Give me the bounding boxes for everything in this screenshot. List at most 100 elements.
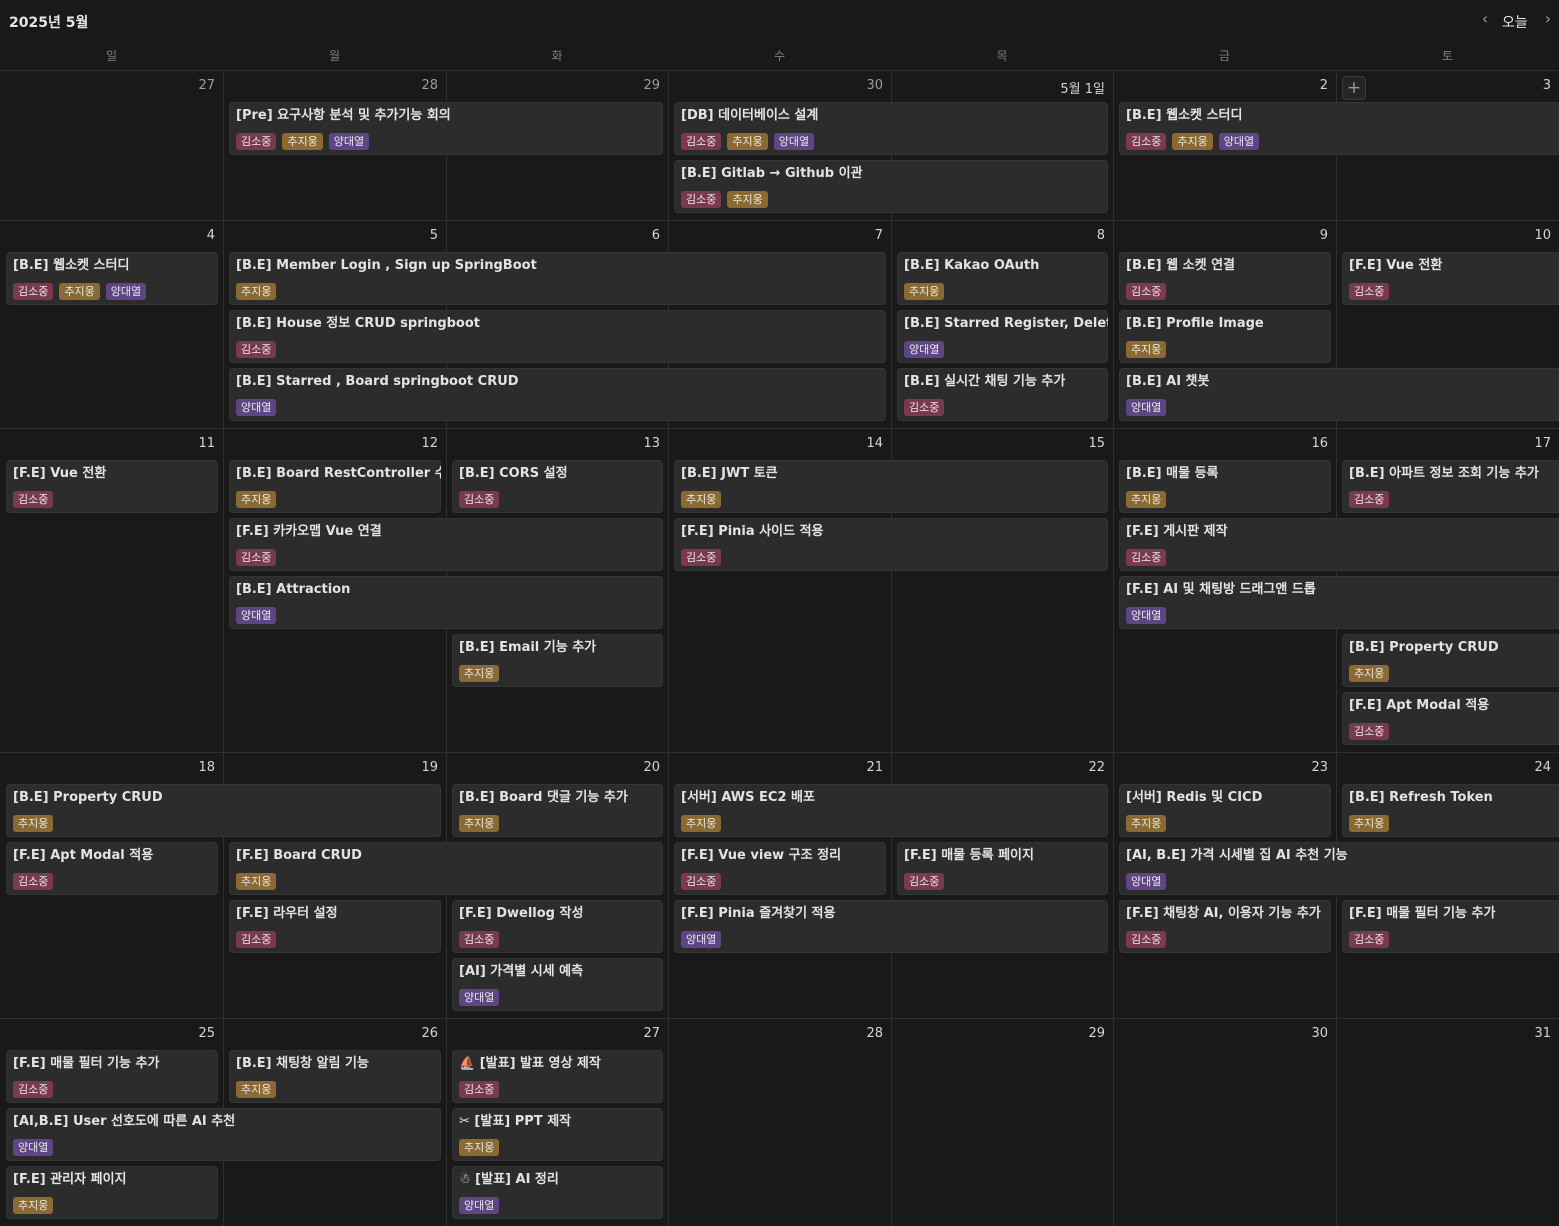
- event-tags: 김소중: [236, 338, 886, 358]
- event-card[interactable]: [서버] AWS EC2 배포 추지웅: [674, 784, 1108, 837]
- event-tags: 추지웅: [681, 812, 1108, 832]
- day-number[interactable]: 7: [823, 228, 883, 243]
- event-card[interactable]: [B.E] Kakao OAuth 추지웅: [897, 252, 1108, 305]
- day-number[interactable]: 5월 1일: [1045, 78, 1105, 97]
- event-card[interactable]: [B.E] Starred Register, Delete 양대열: [897, 310, 1108, 363]
- event-card[interactable]: [B.E] 웹소켓 스터디 김소중 추지웅 양대열: [6, 252, 218, 305]
- day-number[interactable]: 22: [1045, 760, 1105, 775]
- week-divider: [0, 428, 1559, 429]
- day-number[interactable]: 17: [1491, 436, 1551, 451]
- day-number[interactable]: 5: [378, 228, 438, 243]
- event-card[interactable]: [F.E] 라우터 설정 김소중: [229, 900, 441, 953]
- add-event-button[interactable]: +: [1342, 76, 1366, 100]
- event-card[interactable]: [B.E] Gitlab → Github 이관 김소중 추지웅: [674, 160, 1108, 213]
- day-number[interactable]: 26: [378, 1026, 438, 1041]
- event-card[interactable]: [F.E] 게시판 제작 김소중: [1119, 518, 1559, 571]
- event-card[interactable]: [F.E] Vue 전환 김소중: [6, 460, 218, 513]
- event-card[interactable]: [B.E] Property CRUD 추지웅: [1342, 634, 1559, 687]
- event-card[interactable]: [F.E] Dwellog 작성 김소중: [452, 900, 663, 953]
- event-card[interactable]: [F.E] Vue 전환 김소중: [1342, 252, 1559, 305]
- event-card[interactable]: [F.E] Board CRUD 추지웅: [229, 842, 663, 895]
- event-card[interactable]: [B.E] JWT 토큰 추지웅: [674, 460, 1108, 513]
- event-card[interactable]: [B.E] 채팅창 알림 기능 추지웅: [229, 1050, 441, 1103]
- event-card[interactable]: [서버] Redis 및 CICD 추지웅: [1119, 784, 1331, 837]
- event-card[interactable]: [B.E] 아파트 정보 조회 기능 추가 김소중: [1342, 460, 1559, 513]
- day-number[interactable]: 10: [1491, 228, 1551, 243]
- event-card[interactable]: [B.E] Member Login , Sign up SpringBoot 추…: [229, 252, 886, 305]
- event-card[interactable]: [F.E] 관리자 페이지 추지웅: [6, 1166, 218, 1219]
- day-number[interactable]: 28: [378, 78, 438, 93]
- day-number[interactable]: 14: [823, 436, 883, 451]
- day-number[interactable]: 2: [1268, 78, 1328, 93]
- event-card[interactable]: [B.E] House 정보 CRUD springboot 김소중: [229, 310, 886, 363]
- day-number[interactable]: 4: [155, 228, 215, 243]
- chevron-right-icon[interactable]: ›: [1538, 9, 1558, 31]
- event-card[interactable]: [B.E] Profile Image 추지웅: [1119, 310, 1331, 363]
- event-card[interactable]: [AI,B.E] User 선호도에 따른 AI 추천 양대열: [6, 1108, 441, 1161]
- event-card[interactable]: [B.E] 웹소켓 스터디 김소중 추지웅 양대열: [1119, 102, 1559, 155]
- day-number[interactable]: 13: [600, 436, 660, 451]
- day-number[interactable]: 19: [378, 760, 438, 775]
- event-card[interactable]: [F.E] Pinia 사이드 적용 김소중: [674, 518, 1108, 571]
- event-tags: 추지웅: [904, 280, 1108, 300]
- day-number[interactable]: 23: [1268, 760, 1328, 775]
- today-button[interactable]: 오늘: [1502, 12, 1528, 32]
- day-number[interactable]: 6: [600, 228, 660, 243]
- event-tags: 양대열: [1126, 604, 1559, 624]
- day-number[interactable]: 3: [1491, 78, 1551, 93]
- event-card[interactable]: [F.E] AI 및 채팅방 드래그앤 드롭 양대열: [1119, 576, 1559, 629]
- day-divider: [891, 70, 892, 1226]
- event-card[interactable]: [F.E] 매물 등록 페이지 김소중: [897, 842, 1108, 895]
- event-card[interactable]: [AI] 가격별 시세 예측 양대열: [452, 958, 663, 1011]
- event-card[interactable]: [F.E] 카카오맵 Vue 연결 김소중: [229, 518, 663, 571]
- day-number[interactable]: 21: [823, 760, 883, 775]
- day-number[interactable]: 20: [600, 760, 660, 775]
- event-title: [B.E] 아파트 정보 조회 기능 추가: [1349, 466, 1539, 481]
- day-number[interactable]: 29: [1045, 1026, 1105, 1041]
- event-card[interactable]: ✂ [발표] PPT 제작 추지웅: [452, 1108, 663, 1161]
- event-card[interactable]: [B.E] 실시간 채팅 기능 추가 김소중: [897, 368, 1108, 421]
- event-card[interactable]: [F.E] 매물 필터 기능 추가 김소중: [1342, 900, 1559, 953]
- day-number[interactable]: 9: [1268, 228, 1328, 243]
- event-card[interactable]: [B.E] 매물 등록 추지웅: [1119, 460, 1331, 513]
- event-card[interactable]: [Pre] 요구사항 분석 및 추가기능 회의 김소중 추지웅 양대열: [229, 102, 663, 155]
- event-card[interactable]: [AI, B.E] 가격 시세별 집 AI 추천 기능 양대열: [1119, 842, 1559, 895]
- event-card[interactable]: [B.E] AI 챗봇 양대열: [1119, 368, 1559, 421]
- event-tags: 김소중: [13, 488, 218, 508]
- event-card[interactable]: [F.E] Vue view 구조 정리 김소중: [674, 842, 886, 895]
- event-card[interactable]: [F.E] Apt Modal 적용 김소중: [1342, 692, 1559, 745]
- day-number[interactable]: 27: [600, 1026, 660, 1041]
- day-number[interactable]: 25: [155, 1026, 215, 1041]
- event-card[interactable]: [F.E] 매물 필터 기능 추가 김소중: [6, 1050, 218, 1103]
- event-card[interactable]: [F.E] Pinia 즐겨찾기 적용 양대열: [674, 900, 1108, 953]
- day-number[interactable]: 30: [1268, 1026, 1328, 1041]
- event-card[interactable]: [B.E] Refresh Token 추지웅: [1342, 784, 1559, 837]
- day-number[interactable]: 11: [155, 436, 215, 451]
- event-card[interactable]: [B.E] Property CRUD 추지웅: [6, 784, 441, 837]
- event-card[interactable]: [B.E] 웹 소켓 연결 김소중: [1119, 252, 1331, 305]
- day-number[interactable]: 30: [823, 78, 883, 93]
- event-card[interactable]: [B.E] Board RestController 수정 추지웅: [229, 460, 441, 513]
- day-number[interactable]: 29: [600, 78, 660, 93]
- day-number[interactable]: 24: [1491, 760, 1551, 775]
- day-number[interactable]: 15: [1045, 436, 1105, 451]
- event-title: [B.E] Email 기능 추가: [459, 640, 597, 655]
- event-card[interactable]: ⛵ [발표] 발표 영상 제작 김소중: [452, 1050, 663, 1103]
- event-card[interactable]: [F.E] 채팅창 AI, 이용자 기능 추가 김소중: [1119, 900, 1331, 953]
- day-number[interactable]: 28: [823, 1026, 883, 1041]
- day-number[interactable]: 16: [1268, 436, 1328, 451]
- event-card[interactable]: [B.E] Attraction 양대열: [229, 576, 663, 629]
- day-number[interactable]: 12: [378, 436, 438, 451]
- day-number[interactable]: 18: [155, 760, 215, 775]
- chevron-left-icon[interactable]: ‹: [1475, 9, 1495, 31]
- day-number[interactable]: 27: [155, 78, 215, 93]
- event-card[interactable]: [F.E] Apt Modal 적용 김소중: [6, 842, 218, 895]
- event-card[interactable]: ☃ [발표] AI 정리 양대열: [452, 1166, 663, 1219]
- event-card[interactable]: [DB] 데이터베이스 설계 김소중 추지웅 양대열: [674, 102, 1108, 155]
- day-number[interactable]: 8: [1045, 228, 1105, 243]
- event-card[interactable]: [B.E] Board 댓글 기능 추가 추지웅: [452, 784, 663, 837]
- event-card[interactable]: [B.E] CORS 설정 김소중: [452, 460, 663, 513]
- event-card[interactable]: [B.E] Email 기능 추가 추지웅: [452, 634, 663, 687]
- day-number[interactable]: 31: [1491, 1026, 1551, 1041]
- event-card[interactable]: [B.E] Starred , Board springboot CRUD 양대열: [229, 368, 886, 421]
